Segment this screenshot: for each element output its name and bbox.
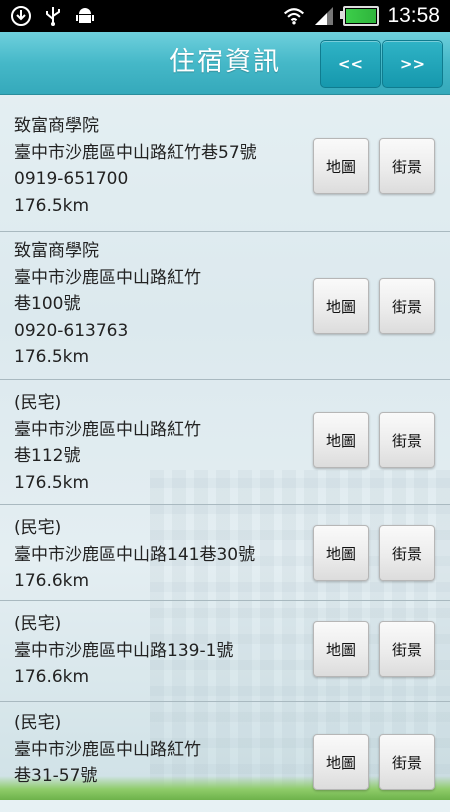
wifi-icon: [283, 5, 305, 27]
lodging-name: (民宅): [14, 518, 62, 538]
list-item: (民宅) 臺中市沙鹿區中山路紅竹 巷112號 176.5km 地圖 街景: [0, 380, 450, 505]
lodging-distance: 176.6km: [14, 667, 90, 687]
map-button[interactable]: 地圖: [313, 278, 369, 334]
map-button[interactable]: 地圖: [313, 412, 369, 468]
lodging-distance: 176.6km: [14, 571, 90, 591]
list-item: (民宅) 臺中市沙鹿區中山路139-1號 176.6km 地圖 街景: [0, 601, 450, 702]
lodging-address: 臺中市沙鹿區中山路紅竹巷57號: [14, 142, 257, 163]
lodging-name: (民宅): [14, 713, 62, 733]
lodging-name: 致富商學院: [14, 241, 99, 261]
lodging-distance: 176.5km: [14, 472, 90, 493]
app-header: 住宿資訊 << >>: [0, 32, 450, 95]
prev-page-button[interactable]: <<: [320, 40, 381, 88]
street-view-button[interactable]: 街景: [379, 138, 435, 194]
list-item: 致富商學院 臺中市沙鹿區中山路紅竹巷57號 0919-651700 176.5k…: [0, 95, 450, 232]
lodging-address-cont: 巷31-57號: [14, 766, 98, 786]
lodging-address: 臺中市沙鹿區中山路141巷30號: [14, 544, 256, 565]
street-view-button[interactable]: 街景: [379, 734, 435, 790]
clock: 13:58: [387, 4, 440, 27]
lodging-name: 致富商學院: [14, 116, 99, 136]
street-view-button[interactable]: 街景: [379, 412, 435, 468]
lodging-address: 臺中市沙鹿區中山路紅竹: [14, 419, 201, 440]
list-item: 致富商學院 臺中市沙鹿區中山路紅竹 巷100號 0920-613763 176.…: [0, 232, 450, 380]
battery-icon: [340, 6, 380, 26]
status-bar: 13:58: [0, 0, 450, 32]
street-view-button[interactable]: 街景: [379, 278, 435, 334]
usb-icon: [42, 5, 64, 27]
lodging-list: 致富商學院 臺中市沙鹿區中山路紅竹巷57號 0919-651700 176.5k…: [0, 95, 450, 812]
signal-icon: [313, 5, 335, 27]
list-item: (民宅) 臺中市沙鹿區中山路141巷30號 176.6km 地圖 街景: [0, 505, 450, 601]
lodging-name: (民宅): [14, 614, 62, 634]
lodging-address: 臺中市沙鹿區中山路紅竹: [14, 267, 201, 288]
lodging-phone: 0919-651700: [14, 169, 129, 189]
download-icon: [10, 5, 32, 27]
map-button[interactable]: 地圖: [313, 621, 369, 677]
lodging-name: (民宅): [14, 393, 62, 413]
lodging-address: 臺中市沙鹿區中山路紅竹: [14, 739, 201, 760]
list-item: (民宅) 臺中市沙鹿區中山路紅竹 巷31-57號 地圖 街景: [0, 702, 450, 812]
lodging-distance: 176.5km: [14, 195, 90, 216]
lodging-distance: 176.5km: [14, 347, 90, 367]
lodging-address-cont: 巷100號: [14, 294, 81, 314]
map-button[interactable]: 地圖: [313, 525, 369, 581]
lodging-phone: 0920-613763: [14, 320, 129, 341]
map-button[interactable]: 地圖: [313, 138, 369, 194]
lodging-address: 臺中市沙鹿區中山路139-1號: [14, 640, 234, 661]
next-page-button[interactable]: >>: [382, 40, 443, 88]
android-debug-icon: [74, 5, 96, 27]
street-view-button[interactable]: 街景: [379, 525, 435, 581]
map-button[interactable]: 地圖: [313, 734, 369, 790]
street-view-button[interactable]: 街景: [379, 621, 435, 677]
lodging-address-cont: 巷112號: [14, 446, 81, 466]
